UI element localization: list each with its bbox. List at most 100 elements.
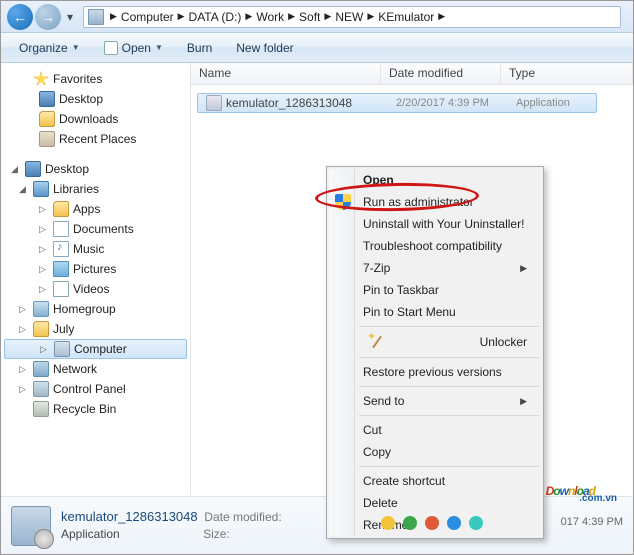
crumb-new[interactable]: NEW: [333, 10, 365, 24]
videos-icon: [53, 281, 69, 297]
ctx-cut[interactable]: Cut: [329, 419, 541, 441]
back-button[interactable]: ←: [7, 4, 33, 30]
crumb-data[interactable]: DATA (D:): [187, 10, 244, 24]
organize-button[interactable]: Organize▼: [9, 38, 90, 58]
ctx-pin-start[interactable]: Pin to Start Menu: [329, 301, 541, 323]
watermark-dots: [381, 516, 483, 530]
nav-downloads[interactable]: Downloads: [1, 109, 190, 129]
ctx-create-shortcut[interactable]: Create shortcut: [329, 470, 541, 492]
details-filename: kemulator_1286313048: [61, 509, 198, 524]
burn-button[interactable]: Burn: [177, 38, 222, 58]
dot-icon: [425, 516, 439, 530]
expand-icon[interactable]: ▷: [40, 344, 50, 355]
open-button[interactable]: Open▼: [94, 38, 173, 58]
favorites-group[interactable]: Favorites: [1, 69, 190, 89]
collapse-icon[interactable]: ◢: [19, 184, 29, 195]
network-icon: [33, 361, 49, 377]
command-bar: Organize▼ Open▼ Burn New folder: [1, 33, 633, 63]
nav-desktop[interactable]: Desktop: [1, 89, 190, 109]
nav-documents[interactable]: ▷Documents: [1, 219, 190, 239]
file-date: 2/20/2017 4:39 PM: [388, 94, 508, 112]
expand-icon[interactable]: ▷: [19, 384, 29, 395]
open-icon: [104, 41, 118, 55]
address-bar[interactable]: ▶ Computer ▶ DATA (D:) ▶ Work ▶ Soft ▶ N…: [83, 6, 621, 28]
nav-recent-places[interactable]: Recent Places: [1, 129, 190, 149]
expand-icon[interactable]: ▷: [39, 264, 49, 275]
breadcrumb[interactable]: ▶ Computer ▶ DATA (D:) ▶ Work ▶ Soft ▶ N…: [108, 10, 447, 24]
shield-icon: [335, 194, 351, 210]
chevron-right-icon: ▶: [176, 11, 187, 22]
control-panel-icon: [33, 381, 49, 397]
column-name[interactable]: Name: [191, 63, 381, 84]
watermark-suffix: .com.vn: [579, 493, 617, 504]
computer-icon: [54, 341, 70, 357]
expand-icon[interactable]: ▷: [39, 224, 49, 235]
recent-icon: [39, 131, 55, 147]
nav-music[interactable]: ▷Music: [1, 239, 190, 259]
dot-icon: [447, 516, 461, 530]
new-folder-button[interactable]: New folder: [226, 38, 303, 58]
forward-button[interactable]: →: [35, 4, 61, 30]
nav-july[interactable]: ▷July: [1, 319, 190, 339]
title-bar: ← → ▾ ▶ Computer ▶ DATA (D:) ▶ Work ▶ So…: [1, 1, 633, 33]
ctx-restore[interactable]: Restore previous versions: [329, 361, 541, 383]
expand-icon[interactable]: ▷: [19, 304, 29, 315]
navigation-pane: Favorites Desktop Downloads Recent Place…: [1, 63, 191, 495]
ctx-send-to[interactable]: Send to▶: [329, 390, 541, 412]
folder-icon: [53, 201, 69, 217]
ctx-delete[interactable]: Delete: [329, 492, 541, 514]
ctx-unlocker[interactable]: Unlocker: [329, 330, 541, 354]
ctx-open[interactable]: Open: [329, 169, 541, 191]
expand-icon[interactable]: ▷: [19, 324, 29, 335]
dot-icon: [403, 516, 417, 530]
details-type: Application: [61, 527, 120, 541]
column-date[interactable]: Date modified: [381, 63, 501, 84]
details-date-partial: 017 4:39 PM: [561, 516, 623, 528]
ctx-troubleshoot[interactable]: Troubleshoot compatibility: [329, 235, 541, 257]
music-icon: [53, 241, 69, 257]
ctx-7zip[interactable]: 7-Zip▶: [329, 257, 541, 279]
ctx-pin-taskbar[interactable]: Pin to Taskbar: [329, 279, 541, 301]
nav-network[interactable]: ▷Network: [1, 359, 190, 379]
chevron-right-icon: ▶: [436, 11, 447, 22]
nav-control-panel[interactable]: ▷Control Panel: [1, 379, 190, 399]
chevron-right-icon: ▶: [365, 11, 376, 22]
collapse-icon[interactable]: ◢: [11, 164, 21, 175]
nav-computer[interactable]: ▷Computer: [4, 339, 187, 359]
crumb-computer[interactable]: Computer: [119, 10, 176, 24]
nav-desktop-root[interactable]: ◢Desktop: [1, 159, 190, 179]
nav-pictures[interactable]: ▷Pictures: [1, 259, 190, 279]
dot-icon: [469, 516, 483, 530]
expand-icon[interactable]: ▷: [19, 364, 29, 375]
crumb-work[interactable]: Work: [254, 10, 286, 24]
column-type[interactable]: Type: [501, 63, 633, 84]
submenu-arrow-icon: ▶: [520, 396, 527, 407]
nav-homegroup[interactable]: ▷Homegroup: [1, 299, 190, 319]
star-icon: [33, 71, 49, 87]
ctx-uninstall[interactable]: Uninstall with Your Uninstaller!: [329, 213, 541, 235]
file-row[interactable]: kemulator_1286313048 2/20/2017 4:39 PM A…: [197, 93, 597, 113]
nav-history-dropdown[interactable]: ▾: [63, 4, 77, 30]
expand-icon[interactable]: ▷: [39, 284, 49, 295]
nav-videos[interactable]: ▷Videos: [1, 279, 190, 299]
user-icon: [33, 321, 49, 337]
libraries-icon: [33, 181, 49, 197]
ctx-copy[interactable]: Copy: [329, 441, 541, 463]
desktop-icon: [39, 91, 55, 107]
file-large-icon: [11, 506, 51, 546]
ctx-run-as-admin[interactable]: Run as administrator: [329, 191, 541, 213]
dot-icon: [381, 516, 395, 530]
expand-icon[interactable]: ▷: [39, 244, 49, 255]
column-headers: Name Date modified Type: [191, 63, 633, 85]
crumb-kemulator[interactable]: KEmulator: [376, 10, 436, 24]
crumb-soft[interactable]: Soft: [297, 10, 322, 24]
exe-icon: [206, 95, 222, 111]
nav-libraries[interactable]: ◢Libraries: [1, 179, 190, 199]
nav-recycle-bin[interactable]: Recycle Bin: [1, 399, 190, 419]
expand-icon[interactable]: ▷: [39, 204, 49, 215]
nav-apps[interactable]: ▷Apps: [1, 199, 190, 219]
context-menu: Open Run as administrator Uninstall with…: [326, 166, 544, 539]
pictures-icon: [53, 261, 69, 277]
file-name: kemulator_1286313048: [226, 96, 352, 110]
wand-icon: [369, 334, 385, 350]
